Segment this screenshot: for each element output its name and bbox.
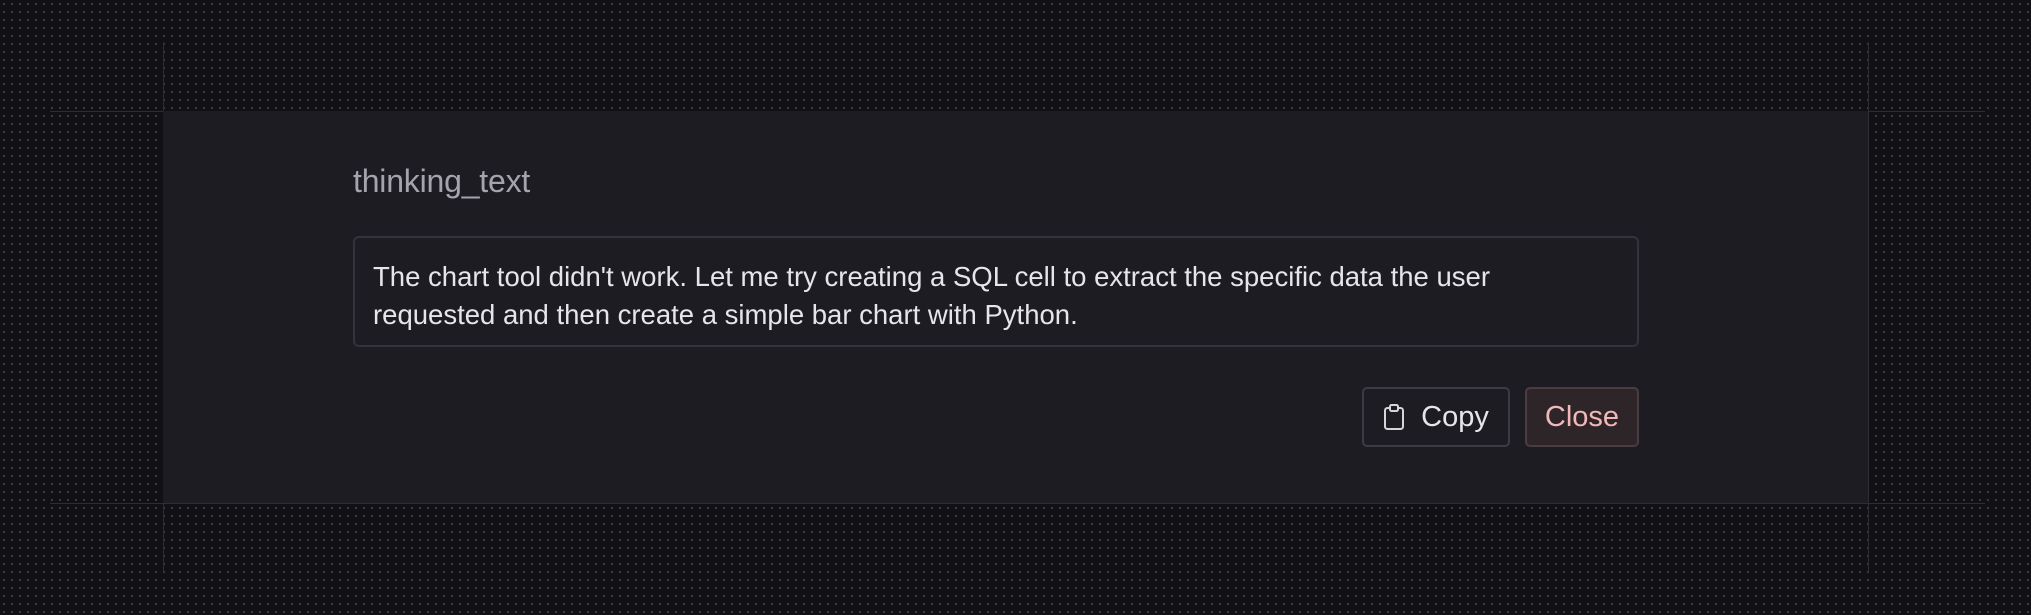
screen: { "dialog": { "title": "thinking_text", … (0, 0, 2031, 615)
copy-button-label: Copy (1421, 400, 1489, 433)
clipboard-icon (1383, 403, 1405, 431)
guide-line-right (1868, 42, 1869, 572)
close-button-label: Close (1544, 400, 1620, 433)
thinking-text-dialog: thinking_text The chart tool didn't work… (163, 111, 1868, 503)
guide-line-bottom (50, 503, 1985, 504)
copy-button[interactable]: Copy (1362, 387, 1510, 447)
thinking-text-content[interactable]: The chart tool didn't work. Let me try c… (353, 236, 1639, 347)
close-button[interactable]: Close (1525, 387, 1639, 447)
dialog-title: thinking_text (353, 163, 531, 199)
